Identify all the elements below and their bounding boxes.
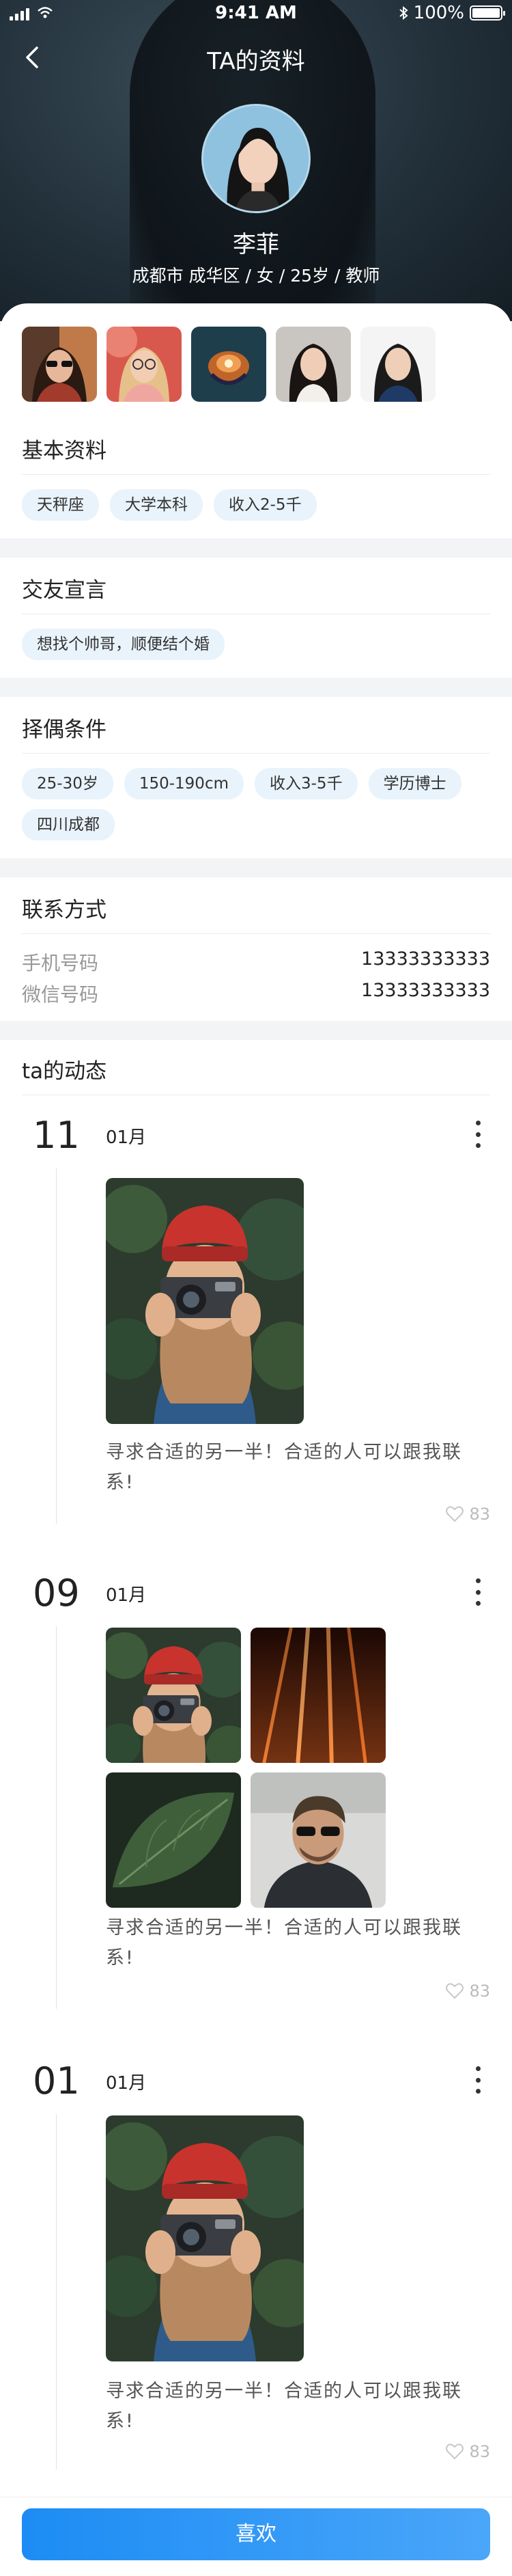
like-button[interactable]: 喜欢 (22, 2508, 490, 2560)
post-day: 11 (33, 1114, 80, 1157)
gallery-photo[interactable] (360, 327, 436, 402)
declaration-title: 交友宣言 (22, 578, 106, 603)
tag-income: 收入3-5千 (255, 768, 358, 799)
post-photo[interactable] (106, 2115, 304, 2361)
wechat-row: 微信号码 13333333333 (22, 980, 490, 1007)
page-title: TA的资料 (207, 48, 305, 75)
wechat-value[interactable]: 13333333333 (361, 980, 490, 1001)
section-gap (0, 1021, 512, 1040)
post-month: 01月 (106, 2073, 147, 2094)
like-count-value: 83 (469, 2442, 490, 2461)
like-count-value: 83 (469, 1982, 490, 2001)
feed-post: 11 01月 寻求合适的另一半！合适的人可以跟我联系! 83 (0, 1114, 512, 1537)
post-day: 09 (33, 1572, 80, 1615)
profile-header: 9:41 AM 100% TA的资料 李菲 成都市 成华区 / 女 / 25岁 … (0, 0, 512, 321)
heart-icon (446, 1983, 464, 1999)
feed-title: ta的动态 (22, 1059, 107, 1084)
post-photo[interactable] (251, 1628, 386, 1763)
section-gap (0, 538, 512, 558)
profile-meta: 成都市 成华区 / 女 / 25岁 / 教师 (132, 266, 380, 286)
post-text: 寻求合适的另一半！合适的人可以跟我联系! (106, 1442, 462, 1493)
tag-age: 25-30岁 (22, 768, 113, 799)
post-photo[interactable] (106, 1178, 304, 1424)
tag-location: 四川成都 (22, 809, 115, 840)
phone-label: 手机号码 (22, 952, 99, 974)
phone-value[interactable]: 13333333333 (361, 948, 490, 970)
like-count[interactable]: 83 (446, 1505, 490, 1524)
gallery-photo[interactable] (191, 327, 266, 402)
declaration-tags: 想找个帅哥，顺便结个婚 (22, 629, 490, 660)
tag-constellation: 天秤座 (22, 489, 99, 521)
post-photo[interactable] (106, 1628, 241, 1763)
photo-gallery (22, 327, 436, 402)
status-bar: 9:41 AM 100% (0, 0, 512, 27)
criteria-tags: 25-30岁 150-190cm 收入3-5千 学历博士 四川成都 (22, 768, 490, 840)
heart-icon (446, 1506, 464, 1522)
feed-post: 01 01月 寻求合适的另一半！合适的人可以跟我联系! 83 (0, 2059, 512, 2483)
post-day: 01 (33, 2059, 80, 2102)
post-month: 01月 (106, 1585, 147, 1606)
profile-name: 李菲 (233, 231, 279, 258)
phone-row: 手机号码 13333333333 (22, 948, 490, 976)
feed-post: 09 01月 寻求合适的另一半！合适的人可以跟我联系! 83 (0, 1572, 512, 2016)
section-gap (0, 678, 512, 697)
battery-icon (470, 5, 505, 20)
tag-education: 大学本科 (110, 489, 203, 521)
post-month: 01月 (106, 1127, 147, 1148)
avatar[interactable] (201, 104, 311, 213)
section-gap (0, 858, 512, 877)
more-options-icon[interactable] (474, 2066, 482, 2094)
like-count[interactable]: 83 (446, 1982, 490, 2001)
gallery-photo[interactable] (106, 327, 182, 402)
like-count-value: 83 (469, 1505, 490, 1524)
avatar-photo (203, 106, 311, 213)
battery-percentage: 100% (413, 3, 464, 23)
post-photo[interactable] (106, 1772, 241, 1908)
profile-card: 基本资料 天秤座 大学本科 收入2-5千 交友宣言 想找个帅哥，顺便结个婚 择偶… (0, 303, 512, 2497)
basic-info-title: 基本资料 (22, 439, 106, 463)
tag-declaration: 想找个帅哥，顺便结个婚 (22, 629, 225, 660)
timeline-line (56, 2114, 57, 2469)
contact-title: 联系方式 (22, 898, 106, 922)
more-options-icon[interactable] (474, 1121, 482, 1148)
tag-income: 收入2-5千 (214, 489, 317, 521)
post-text: 寻求合适的另一半！合适的人可以跟我联系! (106, 2381, 462, 2432)
divider (22, 753, 490, 754)
heart-icon (446, 2443, 464, 2460)
post-photo[interactable] (251, 1772, 386, 1908)
basic-info-tags: 天秤座 大学本科 收入2-5千 (22, 489, 490, 521)
timeline-line (56, 1626, 57, 2009)
gallery-photo[interactable] (276, 327, 351, 402)
bluetooth-icon (399, 5, 408, 20)
tag-height: 150-190cm (124, 768, 244, 799)
wechat-label: 微信号码 (22, 983, 99, 1006)
tag-education: 学历博士 (368, 768, 461, 799)
more-options-icon[interactable] (474, 1578, 482, 1606)
criteria-title: 择偶条件 (22, 717, 106, 742)
bottom-bar: 喜欢 (0, 2497, 512, 2576)
divider (22, 933, 490, 934)
gallery-photo[interactable] (22, 327, 97, 402)
post-text: 寻求合适的另一半！合适的人可以跟我联系! (106, 1917, 462, 1969)
timeline-line (56, 1168, 57, 1524)
like-count[interactable]: 83 (446, 2442, 490, 2461)
divider (22, 474, 490, 475)
